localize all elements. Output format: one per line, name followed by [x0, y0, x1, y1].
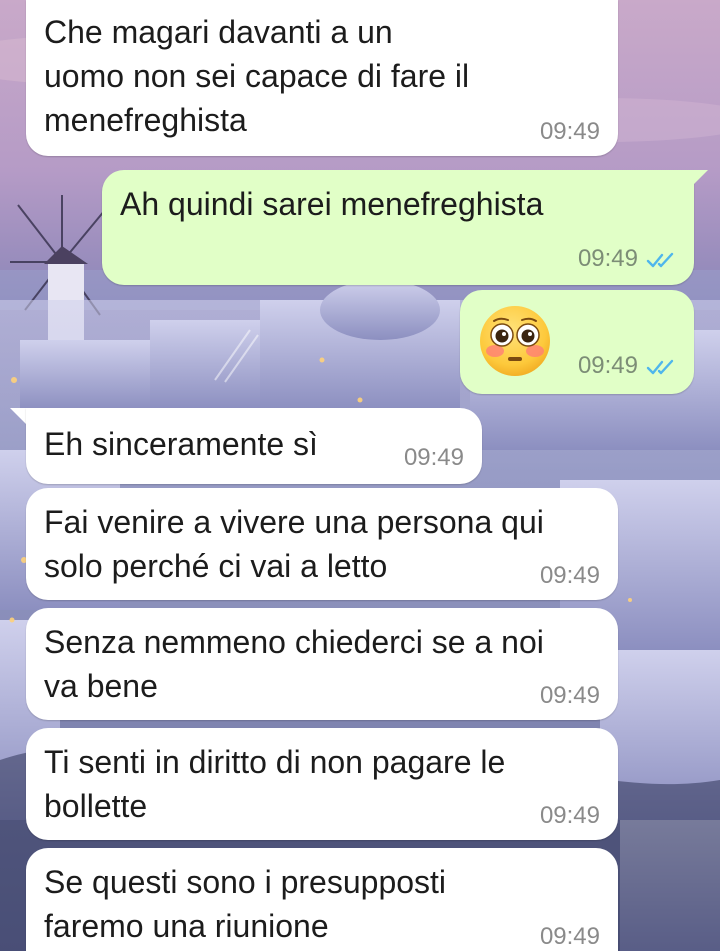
message-timestamp: 09:49 — [403, 444, 464, 471]
message-incoming[interactable]: Eh sinceramente sì 09:49 — [26, 408, 482, 484]
message-text: Fai venire a vivere una persona qui solo… — [44, 504, 544, 584]
message-timestamp: 09:49 — [577, 245, 638, 272]
message-incoming[interactable]: Senza nemmeno chiederci se a noi va bene… — [26, 608, 618, 720]
message-timestamp: 09:49 — [539, 802, 600, 829]
message-timestamp: 09:49 — [539, 923, 600, 950]
bubble-tail-icon — [690, 170, 708, 188]
read-receipt-icon — [646, 252, 674, 268]
message-text: Che magari davanti a un uomo non sei cap… — [44, 14, 470, 138]
message-timestamp: 09:49 — [539, 562, 600, 589]
message-incoming[interactable]: Ti senti in diritto di non pagare le bol… — [26, 728, 618, 840]
message-timestamp: 09:49 — [539, 682, 600, 709]
read-receipt-icon — [646, 359, 674, 375]
message-timestamp: 09:49 — [539, 118, 600, 145]
message-incoming[interactable]: Che magari davanti a un uomo non sei cap… — [26, 0, 618, 156]
message-text: Se questi sono i presupposti faremo una … — [44, 864, 447, 944]
message-text: Ah quindi sarei menefreghista — [120, 186, 544, 222]
message-incoming[interactable]: Se questi sono i presupposti faremo una … — [26, 848, 618, 951]
message-text: Senza nemmeno chiederci se a noi va bene — [44, 624, 544, 704]
flushed-face-emoji-icon — [480, 306, 550, 376]
message-timestamp: 09:49 — [577, 352, 638, 379]
message-outgoing-emoji[interactable]: 09:49 — [460, 290, 694, 394]
message-text: Ti senti in diritto di non pagare le bol… — [44, 744, 506, 824]
message-incoming[interactable]: Fai venire a vivere una persona qui solo… — [26, 488, 618, 600]
message-text: Eh sinceramente sì — [44, 426, 318, 462]
message-outgoing[interactable]: Ah quindi sarei menefreghista 09:49 — [102, 170, 694, 285]
